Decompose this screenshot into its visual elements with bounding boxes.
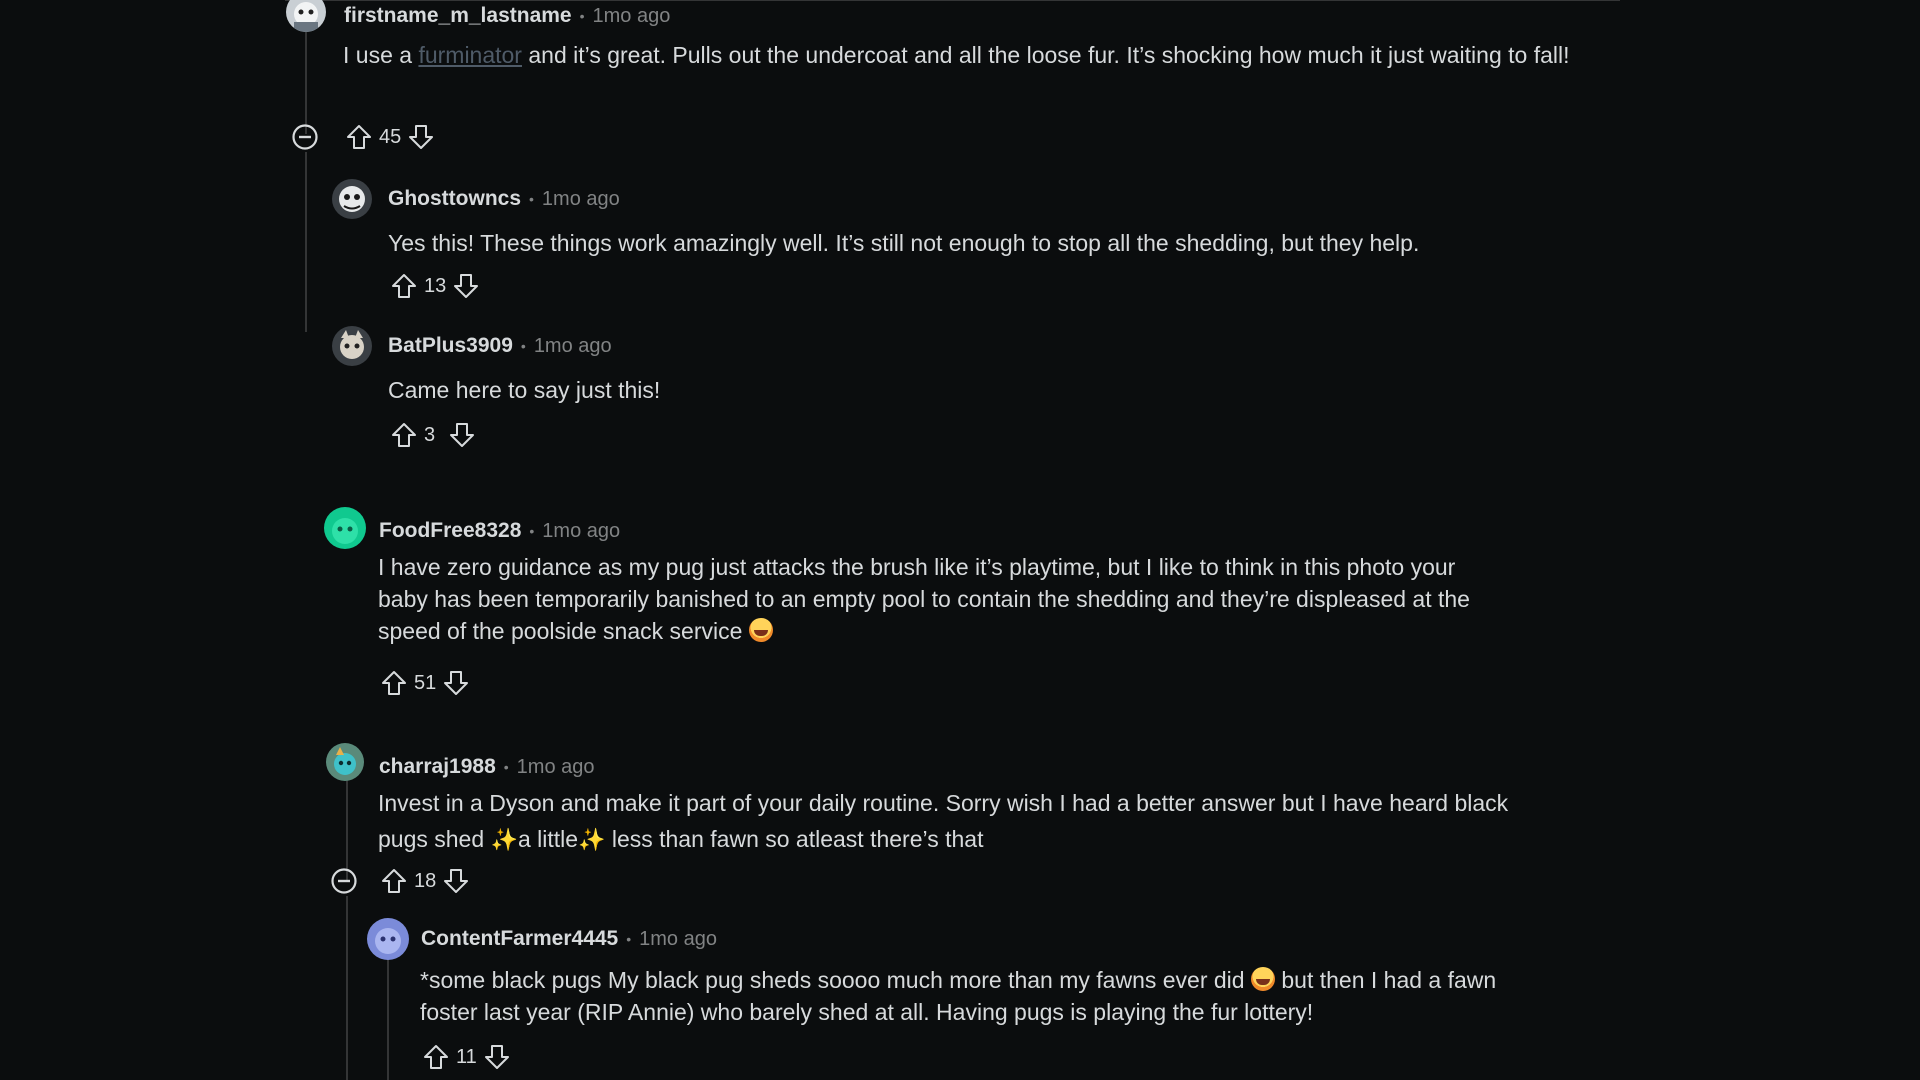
avatar[interactable] xyxy=(332,179,372,219)
comment-author[interactable]: Ghosttowncs xyxy=(388,187,521,211)
comment-timestamp[interactable]: 1mo ago xyxy=(542,520,620,543)
vote-score: 18 xyxy=(414,869,437,892)
sparkle-emoji-icon: ✨ xyxy=(490,827,518,852)
comment-text: speed of the poolside snack service xyxy=(378,618,743,644)
comment-body: *some black pugs My black pug sheds sooo… xyxy=(420,964,1620,1028)
avatar[interactable] xyxy=(286,0,326,32)
separator-dot: • xyxy=(529,191,534,207)
comment-text: foster last year (RIP Annie) who barely … xyxy=(420,999,1314,1025)
sparkle-emoji-icon: ✨ xyxy=(578,827,606,852)
comment-text: less than fawn so atleast there’s that xyxy=(605,826,984,852)
downvote-arrow-icon[interactable] xyxy=(442,867,470,895)
vote-score: 13 xyxy=(424,274,447,297)
comment-author[interactable]: ContentFarmer4445 xyxy=(421,927,618,951)
comment-author[interactable]: BatPlus3909 xyxy=(388,334,513,358)
avatar[interactable] xyxy=(367,918,409,960)
comment-text-line: *some black pugs My black pug sheds sooo… xyxy=(420,964,1620,996)
thread-line xyxy=(387,955,389,1080)
vote-score: 11 xyxy=(456,1045,477,1068)
comment-timestamp[interactable]: 1mo ago xyxy=(534,335,612,358)
comment-body: I have zero guidance as my pug just atta… xyxy=(378,551,1618,647)
collapse-minus-icon xyxy=(331,868,357,894)
comment-text: but then I had a fawn xyxy=(1274,967,1497,993)
comment-text: Invest in a Dyson and make it part of yo… xyxy=(378,790,1509,816)
vote-bar: 13 xyxy=(390,271,480,301)
comment-text: I use a xyxy=(343,42,419,68)
thread-line xyxy=(305,30,307,134)
comment-body: Invest in a Dyson and make it part of yo… xyxy=(378,785,1618,858)
comment-timestamp[interactable]: 1mo ago xyxy=(542,188,620,211)
downvote-arrow-icon[interactable] xyxy=(407,123,435,151)
vote-bar: 3 xyxy=(390,420,476,450)
separator-dot: • xyxy=(503,759,509,775)
grinning-emoji-icon xyxy=(748,618,773,642)
comment-text-line: pugs shed ✨a little✨ less than fawn so a… xyxy=(378,821,1618,858)
upvote-arrow-icon[interactable] xyxy=(380,867,408,895)
downvote-arrow-icon[interactable] xyxy=(448,421,476,449)
comment-text: pugs shed xyxy=(378,826,491,852)
comment-text: *some black pugs My black pug sheds sooo… xyxy=(420,967,1251,993)
furminator-link[interactable]: furminator xyxy=(418,42,522,68)
upvote-arrow-icon[interactable] xyxy=(422,1043,450,1071)
thread-line xyxy=(346,896,348,1080)
separator-dot: • xyxy=(529,523,535,539)
vote-score: 45 xyxy=(379,125,402,148)
thread-line xyxy=(346,780,348,880)
upvote-arrow-icon[interactable] xyxy=(380,669,408,697)
comment-timestamp[interactable]: 1mo ago xyxy=(639,928,717,951)
vote-bar: 45 xyxy=(345,122,435,152)
comment-timestamp[interactable]: 1mo ago xyxy=(517,756,595,779)
comment-author[interactable]: FoodFree8328 xyxy=(379,519,521,543)
vote-bar: 18 xyxy=(380,866,470,896)
avatar[interactable] xyxy=(324,507,366,549)
comment-thread: firstname_m_lastname • 1mo ago I use a f… xyxy=(0,0,1920,1080)
comment-text-line: speed of the poolside snack service xyxy=(378,615,1618,647)
collapse-minus-icon xyxy=(292,124,318,150)
comment-author[interactable]: firstname_m_lastname xyxy=(344,4,572,28)
comment-text: I have zero guidance as my pug just atta… xyxy=(378,554,1456,580)
downvote-arrow-icon[interactable] xyxy=(483,1043,511,1071)
comment-text: Yes this! These things work amazingly we… xyxy=(388,230,1420,256)
vote-score: 3 xyxy=(424,423,436,446)
vote-bar: 51 xyxy=(380,668,470,698)
comment-timestamp[interactable]: 1mo ago xyxy=(593,5,671,28)
comment-text: and it’s great. Pulls out the undercoat … xyxy=(521,42,1570,68)
separator-dot: • xyxy=(520,338,526,354)
comment-body: Yes this! These things work amazingly we… xyxy=(388,224,1618,262)
downvote-arrow-icon[interactable] xyxy=(442,669,470,697)
comment-text: Came here to say just this! xyxy=(388,377,661,403)
comment-body: Came here to say just this! xyxy=(388,371,1618,409)
upvote-arrow-icon[interactable] xyxy=(390,421,418,449)
avatar[interactable] xyxy=(326,743,364,781)
thread-line xyxy=(305,152,307,332)
comment-author[interactable]: charraj1988 xyxy=(379,755,496,779)
collapse-thread-button[interactable] xyxy=(291,123,319,151)
downvote-arrow-icon[interactable] xyxy=(452,272,480,300)
collapse-thread-button[interactable] xyxy=(330,867,358,895)
comment-body: I use a furminator and it’s great. Pulls… xyxy=(343,36,1593,74)
upvote-arrow-icon[interactable] xyxy=(345,123,373,151)
separator-dot: • xyxy=(626,931,632,947)
grinning-emoji-icon xyxy=(1250,967,1275,991)
vote-bar: 11 xyxy=(422,1042,511,1072)
comment-text: baby has been temporarily banished to an… xyxy=(378,586,1470,612)
separator-dot: • xyxy=(579,8,585,24)
avatar[interactable] xyxy=(332,326,372,366)
upvote-arrow-icon[interactable] xyxy=(390,272,418,300)
comment-text: a little xyxy=(517,826,579,852)
vote-score: 51 xyxy=(414,671,437,694)
